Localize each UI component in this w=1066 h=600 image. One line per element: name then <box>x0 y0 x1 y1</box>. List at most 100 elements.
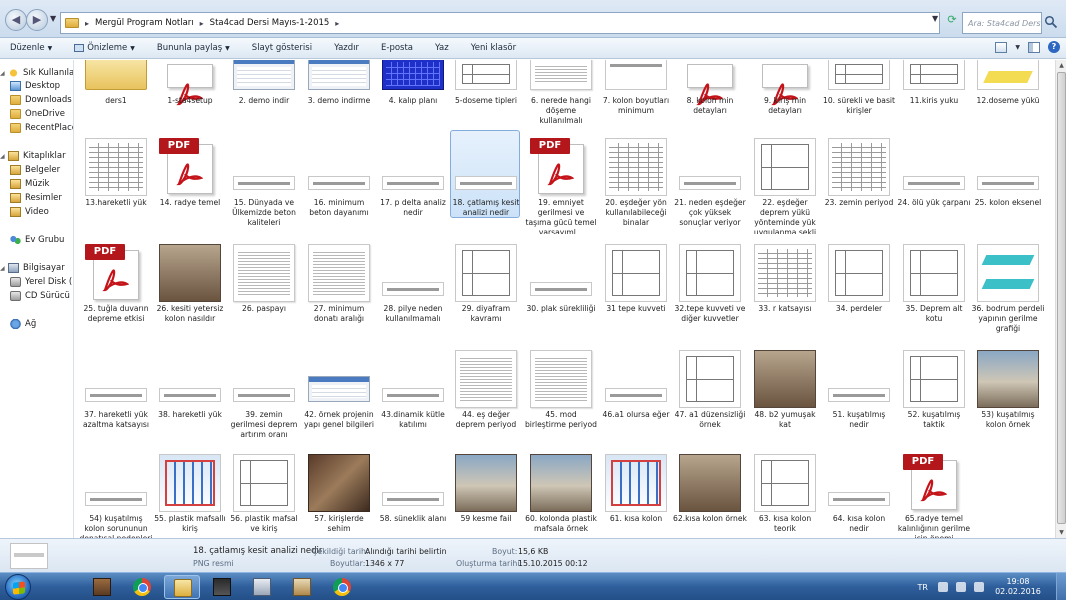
refresh-icon[interactable]: ⟳ <box>944 13 960 31</box>
file-item[interactable]: 43.dinamik kütle katılımı <box>380 344 453 450</box>
file-item[interactable]: 17. p delta analiz nedir <box>380 132 453 238</box>
file-item[interactable]: 32.tepe kuvveti ve diğer kuvvetler <box>675 238 750 344</box>
print-button[interactable]: Yazdır <box>334 43 359 53</box>
file-item[interactable]: 22. eşdeğer deprem yükü yönteminde yük u… <box>752 132 825 238</box>
sidebar-item-recent-places[interactable]: RecentPlaces <box>10 123 73 133</box>
scroll-down-icon[interactable]: ▼ <box>1056 527 1066 538</box>
language-indicator[interactable]: TR <box>918 583 928 592</box>
file-item[interactable]: 55. plastik mafsallı kiriş <box>154 448 230 538</box>
organize-button[interactable]: Düzenle ▼ <box>10 43 52 53</box>
file-item[interactable]: 28. pilye neden kullanılmamalı <box>380 238 453 344</box>
taskbar-archive-app[interactable] <box>284 575 320 599</box>
file-item[interactable]: 13.hareketli yük <box>83 132 156 238</box>
network-icon[interactable] <box>956 582 966 592</box>
file-item[interactable]: 63. kısa kolon teorik <box>752 448 825 538</box>
file-list[interactable]: ders1 1-sta4setup 2. demo indir 3. demo ind… <box>75 60 1055 538</box>
file-item[interactable]: 27. minimum donatı aralığı <box>306 238 379 344</box>
file-item[interactable]: 60. kolonda plastik mafsala örnek <box>525 448 601 538</box>
file-item[interactable]: 31 tepe kuvveti <box>603 238 676 344</box>
clock[interactable]: 19:08 02.02.2016 <box>992 577 1044 597</box>
file-item[interactable]: 29. diyafram kavramı <box>453 238 526 344</box>
help-icon[interactable]: ? <box>1048 41 1060 53</box>
file-item[interactable]: 62.kısa kolon örnek <box>673 448 750 538</box>
file-item[interactable]: 18. çatlamış kesit analizi nedir <box>450 130 526 238</box>
file-item[interactable]: 57. kirişlerde sehim <box>306 448 379 538</box>
file-item[interactable]: 64. kısa kolon nedir <box>826 448 899 538</box>
file-item[interactable]: 26. paspayı <box>231 238 304 344</box>
sidebar-item-favorites[interactable]: ◢Sık Kullanılanlar <box>0 68 73 78</box>
preview-pane-icon[interactable] <box>1028 41 1040 53</box>
share-button[interactable]: Bununla paylaş ▼ <box>157 43 230 53</box>
file-item[interactable]: 35. Deprem alt kotu <box>901 238 974 344</box>
sidebar-item-video[interactable]: Video <box>10 207 49 217</box>
file-item[interactable]: 48. b2 yumuşak kat <box>752 344 825 450</box>
scroll-up-icon[interactable]: ▲ <box>1056 60 1066 71</box>
show-desktop-button[interactable] <box>1056 573 1066 600</box>
file-item[interactable]: 59 kesme fail <box>453 448 526 538</box>
taskbar-media-app[interactable] <box>204 575 240 599</box>
sidebar-item-cd-drive[interactable]: CD Sürücü <box>10 291 70 301</box>
file-item[interactable]: 36. bodrum perdeli yapının gerilme grafi… <box>972 238 1048 344</box>
scrollbar-thumb[interactable] <box>1057 72 1066 524</box>
file-item[interactable]: PDF 19. emniyet gerilmesi ve taşıma gücü … <box>525 132 601 238</box>
file-item[interactable]: 21. neden eşdeğer çok yüksek sonuçlar ve… <box>674 132 750 238</box>
sidebar-item-network[interactable]: Ağ <box>10 319 36 329</box>
taskbar-explorer[interactable] <box>164 575 200 599</box>
tray-arrow-icon[interactable] <box>938 582 948 592</box>
sidebar-item-music[interactable]: Müzik <box>10 179 49 189</box>
view-dropdown-icon[interactable]: ▼ <box>1015 44 1020 51</box>
file-item[interactable]: 44. eş değer deprem periyod <box>453 344 526 450</box>
file-item[interactable]: PDF 14. radye temel <box>157 132 230 238</box>
breadcrumb-item[interactable]: Mergül Program Notları <box>95 18 194 28</box>
collapse-icon[interactable]: ◢ <box>0 70 8 77</box>
file-item[interactable]: 30. plak sürekliliği <box>526 238 601 344</box>
file-item[interactable]: 23. zemin periyod <box>825 132 899 238</box>
date-taken-value[interactable]: Alındığı tarihi belirtin <box>365 547 447 556</box>
file-item[interactable]: PDF 25. tuğla duvarın depreme etkisi <box>83 238 156 344</box>
file-item[interactable]: 51. kuşatılmış nedir <box>826 344 899 450</box>
breadcrumb-separator[interactable]: ▸ <box>85 19 89 28</box>
start-button[interactable] <box>5 574 31 600</box>
file-item[interactable]: 39. zemin gerilmesi deprem artırım oranı <box>231 344 304 450</box>
search-icon[interactable] <box>1044 15 1058 29</box>
breadcrumb-item[interactable]: Sta4cad Dersi Mayıs-1-2015 <box>210 18 330 28</box>
new-folder-button[interactable]: Yeni klasör <box>471 43 516 53</box>
sidebar-item-libraries[interactable]: ◢ Kitaplıklar <box>0 151 66 161</box>
sidebar-item-homegroup[interactable]: Ev Grubu <box>10 235 64 245</box>
sidebar-item-local-disk[interactable]: Yerel Disk ( <box>10 277 72 287</box>
sidebar-item-computer[interactable]: ◢ Bilgisayar <box>0 263 65 273</box>
collapse-icon[interactable]: ◢ <box>0 153 8 160</box>
file-item[interactable]: 54) kuşatılmış kolon sorununun donatısal… <box>80 448 156 538</box>
file-item[interactable]: 37. hareketli yük azaltma katsayısı <box>83 344 156 450</box>
file-item[interactable]: 42. örnek projenin yapı genel bilgileri <box>304 344 379 450</box>
file-item[interactable]: PDF65.radye temel kalınlığının gerilme i… <box>898 448 974 538</box>
file-item[interactable]: 33. r katsayısı <box>752 238 825 344</box>
sidebar-item-pictures[interactable]: Resimler <box>10 193 62 203</box>
file-item[interactable]: 15. Dünyada ve Ülkemizde beton kaliteler… <box>231 132 304 238</box>
burn-button[interactable]: Yaz <box>435 43 449 53</box>
taskbar-chrome-2[interactable] <box>324 575 360 599</box>
sidebar-item-desktop[interactable]: Desktop <box>10 81 60 91</box>
file-item[interactable]: 52. kuşatılmış taktik <box>901 344 974 450</box>
file-item[interactable]: 45. mod birleştirme periyod <box>525 344 601 450</box>
file-item[interactable]: 34. perdeler <box>826 238 899 344</box>
file-item[interactable]: 38. hareketli yük <box>157 344 230 450</box>
preview-button[interactable]: Önizleme ▼ <box>74 43 135 53</box>
file-item[interactable]: 46.a1 olursa eğer <box>603 344 676 450</box>
email-button[interactable]: E-posta <box>381 43 413 53</box>
back-button[interactable]: ◀ <box>5 9 27 31</box>
file-item[interactable]: 53) kuşatılmış kolon örnek <box>975 344 1048 450</box>
speaker-icon[interactable] <box>974 582 984 592</box>
file-item[interactable]: 47. a1 düzensizliği örnek <box>675 344 750 450</box>
file-item[interactable]: 16. minimum beton dayanımı <box>306 132 379 238</box>
breadcrumb[interactable]: ▸ Mergül Program Notları ▸ Sta4cad Dersi… <box>60 12 940 34</box>
vertical-scrollbar[interactable]: ▲ ▼ <box>1055 60 1066 538</box>
change-view-icon[interactable] <box>995 41 1008 53</box>
sidebar-item-downloads[interactable]: Downloads <box>10 95 72 105</box>
taskbar-user-app[interactable] <box>84 575 120 599</box>
taskbar-sta4cad[interactable] <box>244 575 280 599</box>
file-item[interactable]: 61. kısa kolon <box>603 448 676 538</box>
file-item[interactable]: 58. süneklik alanı <box>380 448 453 538</box>
file-item[interactable]: 20. eşdeğer yön kullanılabileceği binala… <box>603 132 676 238</box>
breadcrumb-separator[interactable]: ▸ <box>200 19 204 28</box>
